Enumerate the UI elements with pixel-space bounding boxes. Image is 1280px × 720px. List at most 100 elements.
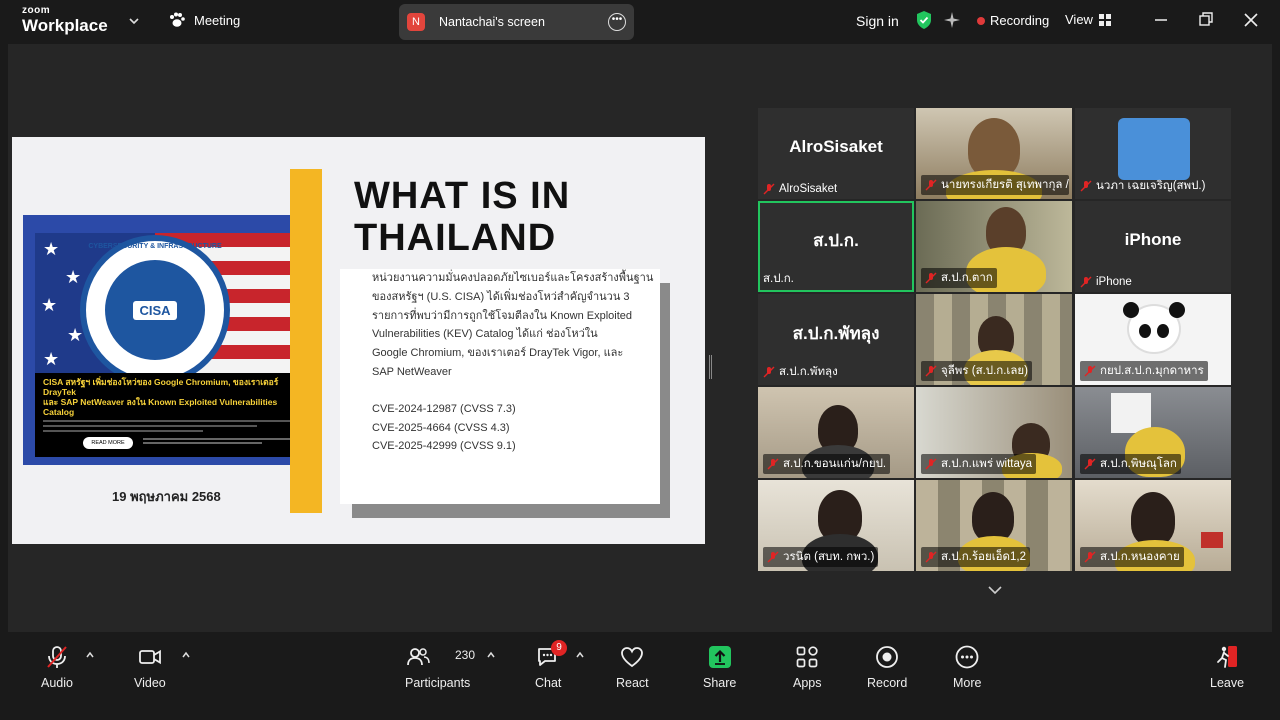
participant-name: ส.ป.ก. [763,273,794,285]
news-caption: CISA สหรัฐฯ เพิ่มช่องโหว่ของ Google Chro… [35,373,318,457]
us-flag-graphic: ★ ★ ★ ★ ★ CYBERSECURITY & INFRASTRUCTURE… [35,233,318,373]
paw-icon [170,12,185,27]
share-screen-icon [708,646,731,668]
minimize-icon[interactable] [1151,10,1171,30]
chevron-up-icon[interactable] [181,650,191,660]
participant-name: AlroSisaket [779,183,838,195]
share-button[interactable]: Share [703,644,736,690]
read-more-button: READ MORE [83,437,133,449]
participant-name: จุลีพร (ส.ป.ก.เลย) [941,365,1028,377]
participant-name: ส.ป.ก.ตาก [941,272,993,284]
slide-title: WHAT IS IN THAILAND [354,175,571,259]
split-resize-handle[interactable] [709,355,712,379]
presentation-slide: ★ ★ ★ ★ ★ CYBERSECURITY & INFRASTRUCTURE… [12,137,705,544]
muted-mic-icon [925,179,937,191]
participant-tile[interactable]: วรนิต (สบท. กพว.) [758,480,914,571]
news-headline-1: CISA สหรัฐฯ เพิ่มช่องโหว่ของ Google Chro… [43,377,279,397]
record-button[interactable]: Record [867,644,907,690]
zoom-workplace-logo[interactable]: zoom Workplace [22,6,108,35]
chevron-up-icon[interactable] [85,650,95,660]
cve-item: CVE-2024-12987 (CVSS 7.3) [372,402,516,415]
participant-tile[interactable]: ส.ป.ก.พัทลุง ส.ป.ก.พัทลุง [758,294,914,385]
heart-icon [621,647,644,668]
audio-button[interactable]: Audio [41,644,73,690]
participant-tile[interactable]: iPhone iPhone [1075,201,1231,292]
more-icon [955,645,979,669]
recording-indicator[interactable]: Recording [977,13,1049,28]
video-camera-icon [138,649,161,665]
chevron-down-icon[interactable] [127,14,141,28]
chevron-up-icon[interactable] [575,650,585,660]
muted-mic-icon [763,366,775,378]
muted-mic-icon [925,458,937,470]
participant-tile[interactable]: จุลีพร (ส.ป.ก.เลย) [916,294,1072,385]
muted-mic-icon [47,646,67,668]
cve-item: CVE-2025-4664 (CVSS 4.3) [372,421,510,434]
slide-text-card: หน่วยงานความมั่นคงปลอดภัยไซเบอร์และโครงส… [340,269,660,504]
muted-mic-icon [1080,276,1092,288]
participant-tile[interactable]: ส.ป.ก.ตาก [916,201,1072,292]
muted-mic-icon [1080,180,1092,192]
participant-tile[interactable]: ส.ป.ก.แพร่ wittaya [916,387,1072,478]
participant-name: ส.ป.ก.แพร่ wittaya [941,458,1033,470]
participant-name: ส.ป.ก.พัทลุง [779,366,838,378]
meeting-toolbar: Audio Video Participants 230 Chat 9 Reac… [0,632,1280,720]
muted-mic-icon [1084,365,1096,377]
slide-date: 19 พฤษภาคม 2568 [112,489,221,504]
participant-tile[interactable]: AlroSisaket AlroSisaket [758,108,914,199]
chevron-up-icon[interactable] [486,650,496,660]
apps-icon [796,646,818,668]
ai-sparkle-icon[interactable] [943,11,961,29]
participants-count: 230 [455,648,476,662]
chevron-down-icon[interactable] [987,584,1003,596]
panda-avatar [1123,302,1185,354]
close-icon[interactable] [1241,10,1261,30]
view-menu[interactable]: View [1065,12,1111,27]
muted-mic-icon [925,551,937,563]
participant-name: ส.ป.ก.หนองคาย [1100,551,1180,563]
yellow-accent-bar [290,169,322,513]
shield-check-icon[interactable] [915,10,933,30]
blue-avatar [1118,118,1190,180]
restore-icon[interactable] [1196,10,1216,30]
leave-icon [1217,646,1238,668]
sharer-initial: N [407,13,425,31]
screen-share-pill[interactable]: N Nantachai's screen ••• [399,4,634,40]
view-label: View [1065,12,1093,27]
logo-big-text: Workplace [22,16,108,35]
participant-tile[interactable]: ส.ป.ก.ร้อยเอ็ด1,2 [916,480,1072,571]
muted-mic-icon [767,551,779,563]
leave-button[interactable]: Leave [1210,644,1244,690]
more-button[interactable]: More [953,644,981,690]
participants-icon [406,648,430,666]
muted-mic-icon [767,458,779,470]
grid-view-icon [1098,13,1111,26]
muted-mic-icon [925,365,937,377]
recording-label: Recording [990,13,1050,28]
participant-tile[interactable]: ส.ป.ก.พิษณุโลก [1075,387,1231,478]
apps-button[interactable]: Apps [793,644,822,690]
top-bar: zoom Workplace Meeting N Nantachai's scr… [0,0,1280,44]
recording-dot-icon [977,16,985,25]
meeting-menu[interactable]: Meeting [168,12,240,28]
participant-tile-active-speaker[interactable]: ส.ป.ก. ส.ป.ก. [758,201,914,292]
chat-unread-badge: 9 [551,640,567,656]
participant-name: กยป.ส.ป.ก.มุกดาหาร [1100,365,1204,377]
react-button[interactable]: React [616,644,649,690]
participant-tile[interactable]: ส.ป.ก.หนองคาย [1075,480,1231,571]
muted-mic-icon [763,183,775,195]
participant-name: iPhone [1096,276,1132,288]
cisa-news-image: ★ ★ ★ ★ ★ CYBERSECURITY & INFRASTRUCTURE… [23,215,318,465]
participant-tile[interactable]: กยป.ส.ป.ก.มุกดาหาร [1075,294,1231,385]
sign-in-button[interactable]: Sign in [856,13,899,29]
muted-mic-icon [1084,458,1096,470]
more-options-icon[interactable]: ••• [608,13,626,31]
video-button[interactable]: Video [134,644,166,690]
meeting-label: Meeting [194,12,241,28]
participant-tile[interactable]: นวภา เฉยเจริญ(สพป.) [1075,108,1231,199]
participant-name: ส.ป.ก.พิษณุโลก [1100,458,1177,470]
screen-share-label: Nantachai's screen [439,15,545,29]
participant-tile[interactable]: นายทรงเกียรติ สุเทพากุล /... [916,108,1072,199]
participant-tile[interactable]: ส.ป.ก.ขอนแก่น/กยป. [758,387,914,478]
news-headline-2: และ SAP NetWeaver ลงใน Known Exploited V… [43,397,278,417]
